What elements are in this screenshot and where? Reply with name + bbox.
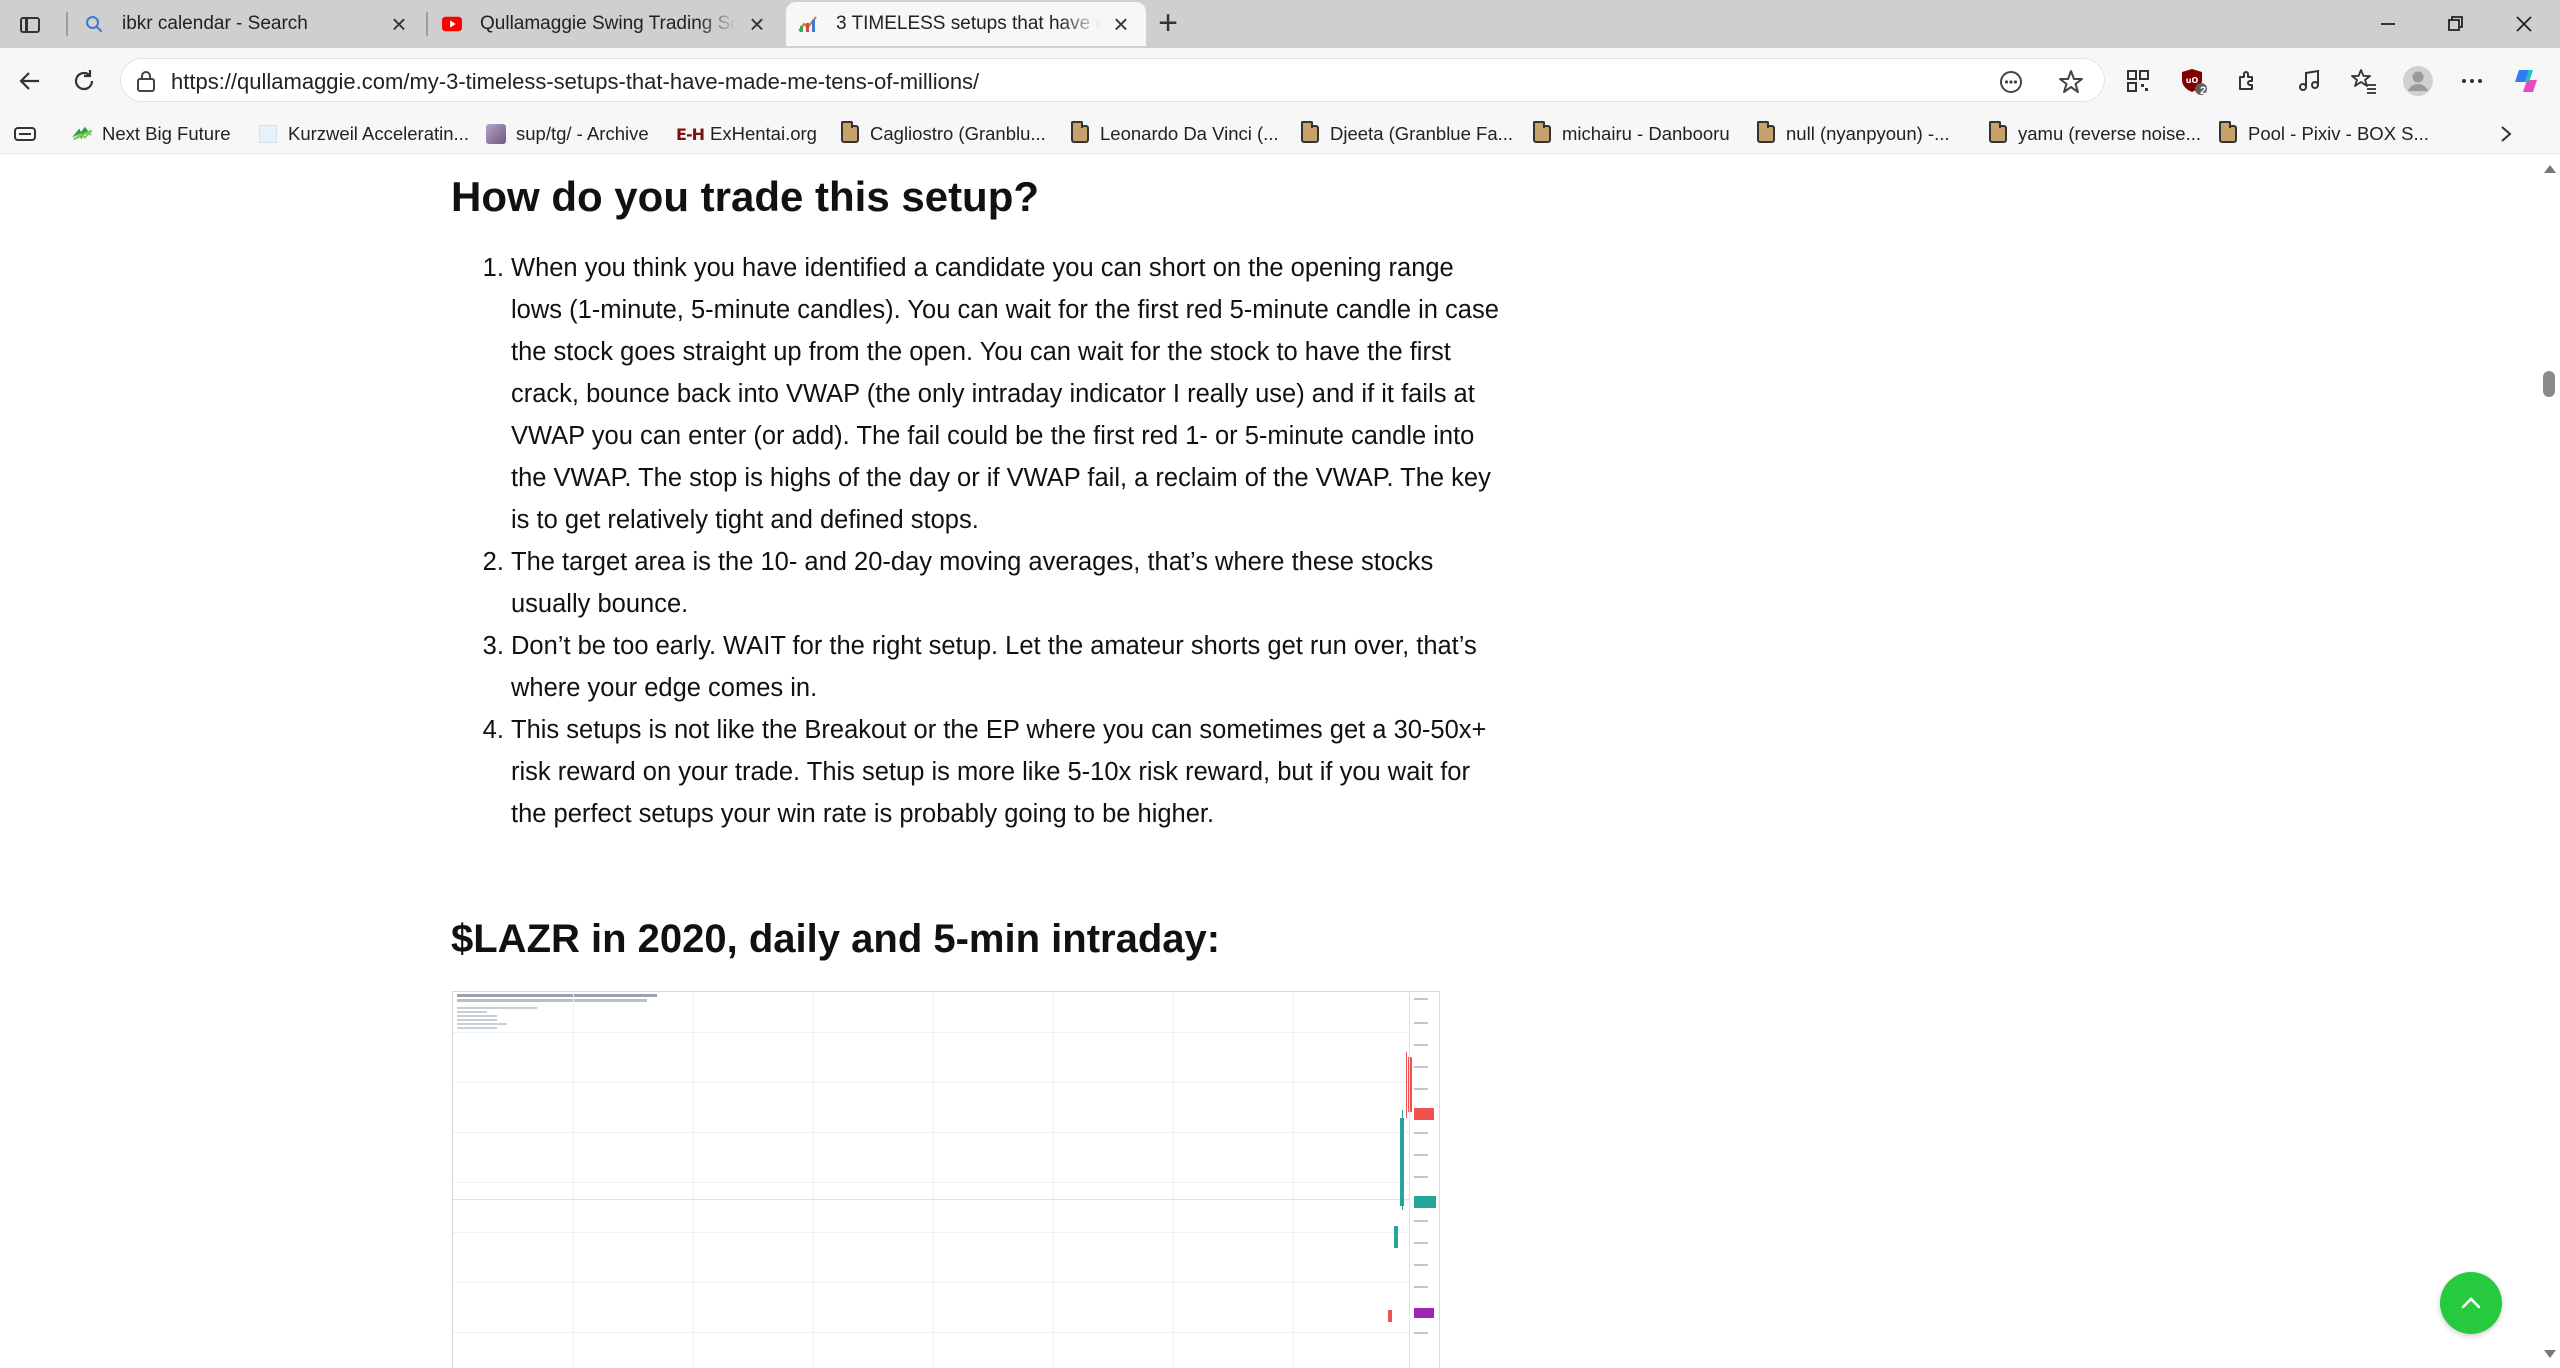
navigation-toolbar: https://qullamaggie.com/my-3-timeless-se… — [0, 48, 2560, 114]
folder-icon — [1988, 121, 2008, 144]
bookmark-label: Cagliostro (Granblu... — [870, 123, 1046, 144]
chart-candle — [1406, 1052, 1407, 1118]
chart-price-axis — [1409, 992, 1439, 1368]
trade-steps-list: When you think you have identified a can… — [451, 247, 1511, 835]
bookmark-label: ExHentai.org — [710, 123, 817, 144]
scroll-down-arrow-icon[interactable] — [2544, 1350, 2556, 1358]
bookmark-label: Djeeta (Granblue Fa... — [1330, 123, 1514, 144]
chevron-up-icon — [2461, 1297, 2481, 1309]
bookmark-michairu[interactable]: michairu - Danbooru — [1532, 120, 1730, 148]
close-window-button[interactable] — [2490, 0, 2558, 48]
favorites-list-icon[interactable] — [2344, 61, 2384, 101]
close-icon[interactable]: × — [388, 11, 410, 37]
bookmark-djeeta[interactable]: Djeeta (Granblue Fa... — [1300, 120, 1513, 148]
chart-favicon-icon — [798, 14, 818, 34]
scroll-up-arrow-icon[interactable] — [2544, 165, 2556, 173]
heading-lazr-example: $LAZR in 2020, daily and 5-min intraday: — [451, 917, 1221, 961]
folder-icon — [1756, 121, 1776, 144]
bookmark-label: Leonardo Da Vinci (... — [1100, 123, 1279, 144]
extensions-puzzle-icon[interactable] — [2228, 61, 2268, 101]
new-tab-button[interactable]: + — [1150, 6, 1186, 42]
list-item: This setups is not like the Breakout or … — [511, 709, 1511, 835]
lazr-chart-image[interactable] — [452, 991, 1440, 1368]
more-options-icon[interactable] — [2452, 61, 2492, 101]
svg-text:uO: uO — [2186, 76, 2199, 85]
youtube-icon — [442, 14, 462, 34]
reading-list-icon[interactable] — [14, 120, 36, 148]
tab-title: Qullamaggie Swing Trading School ( — [480, 13, 736, 34]
tab-actions-icon[interactable] — [14, 10, 44, 38]
qr-code-icon[interactable] — [2118, 61, 2158, 101]
scroll-to-top-button[interactable] — [2440, 1272, 2502, 1334]
folder-icon — [840, 121, 860, 144]
list-item: The target area is the 10- and 20-day mo… — [511, 541, 1511, 625]
restore-button[interactable] — [2422, 0, 2490, 48]
tab-qullamaggie-school[interactable]: Qullamaggie Swing Trading School ( × — [430, 2, 782, 46]
search-icon — [84, 14, 104, 34]
kurzweil-icon — [258, 124, 278, 144]
page-viewport: How do you trade this setup? When you th… — [0, 155, 2538, 1368]
bookmark-cagliostro[interactable]: Cagliostro (Granblu... — [840, 120, 1046, 148]
reader-mode-icon[interactable] — [1996, 67, 2026, 97]
tab-ibkr-search[interactable]: ibkr calendar - Search × — [72, 2, 424, 46]
tab-separator — [426, 12, 428, 36]
ublock-origin-icon[interactable]: uO 2 — [2174, 61, 2214, 101]
folder-icon — [2218, 121, 2238, 144]
bookmark-null-nyanpyoun[interactable]: null (nyanpyoun) -... — [1756, 120, 1950, 148]
profile-avatar-icon[interactable] — [2398, 61, 2438, 101]
next-big-future-icon — [72, 124, 92, 144]
tab-strip: ibkr calendar - Search × Qullamaggie Swi… — [0, 0, 2560, 48]
bookmark-label: Next Big Future — [102, 123, 231, 144]
chart-image-caption — [457, 992, 657, 1029]
copilot-icon[interactable] — [2506, 61, 2546, 101]
chart-candle — [1388, 1310, 1392, 1322]
lock-icon[interactable] — [135, 69, 159, 93]
folder-icon — [1070, 121, 1090, 144]
tab-separator — [66, 12, 68, 36]
exhentai-logo-icon: E-H — [676, 124, 705, 144]
extension-badge: 2 — [2200, 85, 2207, 97]
bookmark-label: yamu (reverse noise... — [2018, 123, 2202, 144]
media-control-icon[interactable] — [2290, 61, 2330, 101]
bookmark-kurzweil[interactable]: Kurzweil Acceleratin... — [258, 120, 469, 148]
bookmark-yamu[interactable]: yamu (reverse noise... — [1988, 120, 2201, 148]
tab-title: 3 TIMELESS setups that have made — [836, 13, 1100, 34]
page-scrollbar[interactable] — [2538, 155, 2560, 1368]
bookmark-leonardo[interactable]: Leonardo Da Vinci (... — [1070, 120, 1279, 148]
chart-candle — [1394, 1226, 1398, 1248]
chevron-right-icon[interactable] — [2498, 120, 2514, 148]
url-text[interactable]: https://qullamaggie.com/my-3-timeless-se… — [171, 69, 979, 95]
chart-candle — [1402, 1110, 1403, 1210]
bookmark-tg-archive[interactable]: sup/tg/ - Archive — [486, 120, 649, 148]
close-icon[interactable]: × — [746, 11, 768, 37]
bookmark-label: Pool - Pixiv - BOX S... — [2248, 123, 2429, 144]
tab-timeless-setups[interactable]: 3 TIMELESS setups that have made × — [786, 2, 1146, 46]
tab-title: ibkr calendar - Search — [122, 13, 308, 34]
bookmark-label: null (nyanpyoun) -... — [1786, 123, 1950, 144]
bookmark-next-big-future[interactable]: Next Big Future — [72, 120, 231, 148]
list-item: Don’t be too early. WAIT for the right s… — [511, 625, 1511, 709]
bookmark-label: Kurzweil Acceleratin... — [288, 123, 469, 144]
scrollbar-thumb[interactable] — [2543, 371, 2555, 397]
folder-icon — [1532, 121, 1552, 144]
address-bar[interactable]: https://qullamaggie.com/my-3-timeless-se… — [120, 58, 2105, 102]
bookmark-label: michairu - Danbooru — [1562, 123, 1730, 144]
bookmark-label: sup/tg/ - Archive — [516, 123, 649, 144]
heading-how-to-trade: How do you trade this setup? — [451, 173, 1040, 220]
bookmarks-bar: Next Big Future Kurzweil Acceleratin... … — [0, 114, 2560, 154]
list-item: When you think you have identified a can… — [511, 247, 1511, 541]
back-button[interactable] — [10, 61, 50, 101]
close-icon[interactable]: × — [1110, 11, 1132, 37]
bookmark-pixiv-pool[interactable]: Pool - Pixiv - BOX S... — [2218, 120, 2429, 148]
refresh-button[interactable] — [64, 61, 104, 101]
bookmark-exhentai[interactable]: E-H ExHentai.org — [676, 120, 817, 148]
tg-archive-icon — [486, 124, 506, 144]
favorite-star-icon[interactable] — [2056, 67, 2086, 97]
folder-icon — [1300, 121, 1320, 144]
minimize-button[interactable] — [2354, 0, 2422, 48]
